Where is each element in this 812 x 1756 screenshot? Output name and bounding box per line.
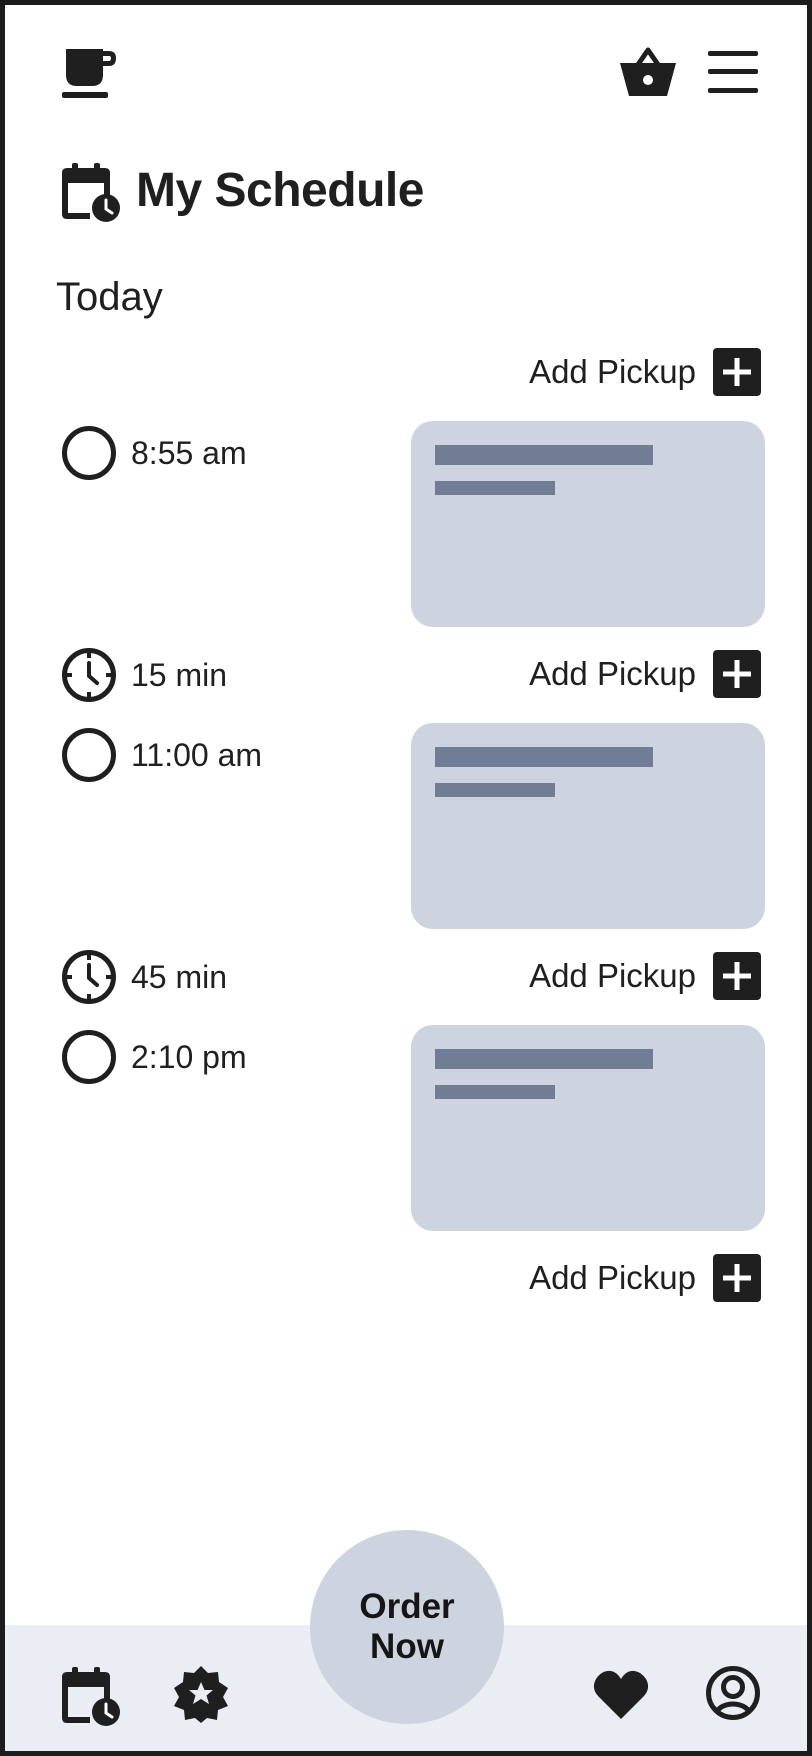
gap-duration-row: 45 min [61,949,227,1005]
plus-icon[interactable] [713,650,761,698]
pickup-time: 2:10 pm [131,1038,247,1075]
add-pickup-label: Add Pickup [529,655,696,692]
add-pickup-label: Add Pickup [529,1259,696,1296]
app-screen: My Schedule Today Add Pickup Add Pickup … [0,0,812,1756]
schedule-time-row[interactable]: 2:10 pm [61,1029,247,1085]
card-placeholder-title [435,1049,653,1069]
clock-icon [61,647,117,703]
gap-duration-row: 15 min [61,647,227,703]
calendar-clock-icon[interactable] [62,1667,120,1727]
pickup-card[interactable] [411,1025,765,1231]
add-pickup-row[interactable]: Add Pickup [529,952,761,1000]
schedule-time-row[interactable]: 11:00 am [61,727,262,783]
page-title: My Schedule [136,164,424,217]
calendar-clock-icon [62,163,120,223]
add-pickup-label: Add Pickup [529,353,696,390]
circle-checkbox-icon[interactable] [61,727,117,783]
gap-duration: 15 min [131,656,228,693]
clock-icon [61,949,117,1005]
schedule-time-row[interactable]: 8:55 am [61,425,247,481]
pickup-card[interactable] [411,723,765,929]
plus-icon[interactable] [713,348,761,396]
circle-checkbox-icon[interactable] [61,425,117,481]
badge-star-icon[interactable] [172,1665,230,1723]
card-placeholder-subtitle [435,1085,555,1099]
coffee-cup-icon[interactable] [61,45,119,99]
card-placeholder-title [435,445,653,465]
heart-icon[interactable] [593,1669,649,1721]
add-pickup-row[interactable]: Add Pickup [529,348,761,396]
add-pickup-row[interactable]: Add Pickup [529,650,761,698]
order-now-line-2: Now [370,1627,444,1666]
add-pickup-label: Add Pickup [529,957,696,994]
pickup-time: 8:55 am [131,434,247,471]
plus-icon[interactable] [713,952,761,1000]
plus-icon[interactable] [713,1254,761,1302]
basket-icon[interactable] [618,45,678,99]
pickup-card[interactable] [411,421,765,627]
card-placeholder-subtitle [435,783,555,797]
circle-checkbox-icon[interactable] [61,1029,117,1085]
order-now-line-1: Order [359,1587,455,1626]
order-now-button[interactable]: Order Now [310,1530,504,1724]
card-placeholder-subtitle [435,481,555,495]
add-pickup-row[interactable]: Add Pickup [529,1254,761,1302]
hamburger-menu-icon[interactable] [708,51,758,93]
section-label-today: Today [56,275,163,319]
pickup-time: 11:00 am [131,736,263,773]
card-placeholder-title [435,747,653,767]
gap-duration: 45 min [131,958,228,995]
user-circle-icon[interactable] [705,1665,761,1721]
